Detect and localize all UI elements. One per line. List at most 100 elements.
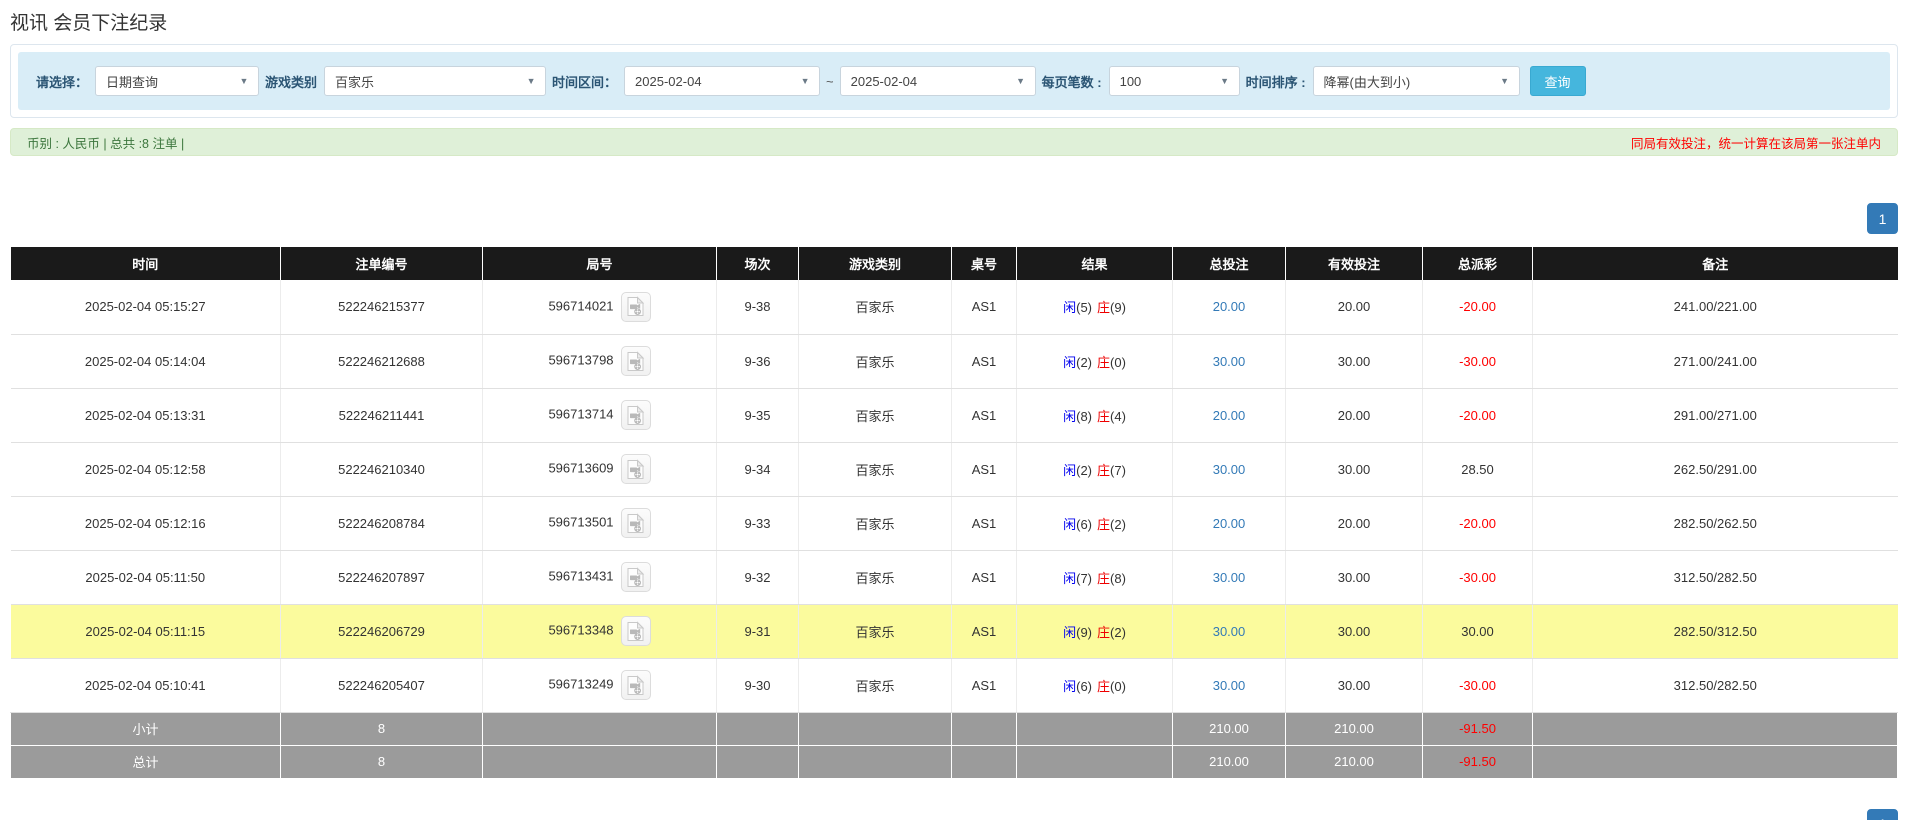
summary-label: 小计 <box>11 712 281 745</box>
game-type-value: 百家乐 <box>325 72 517 91</box>
cell-result: 闲(8) 庄(4) <box>1017 388 1173 442</box>
cell-time: 2025-02-04 05:14:04 <box>11 334 281 388</box>
result-player-score: (7) <box>1076 571 1092 586</box>
sort-dropdown[interactable]: 降幂(由大到小) ▼ <box>1313 66 1520 96</box>
summary-count: 8 <box>281 745 483 778</box>
page-1-button[interactable]: 1 <box>1867 203 1898 234</box>
search-button[interactable]: 查询 <box>1530 66 1586 96</box>
result-player-score: (2) <box>1076 355 1092 370</box>
total-bet-link[interactable]: 20.00 <box>1213 516 1246 531</box>
cell-time: 2025-02-04 05:11:50 <box>11 550 281 604</box>
result-player-score: (6) <box>1076 679 1092 694</box>
cell-game-type: 百家乐 <box>799 442 952 496</box>
page-size-label: 每页笔数 : <box>1042 72 1102 91</box>
query-type-dropdown[interactable]: 日期查询 ▼ <box>95 66 259 96</box>
cell-round-id: 596713348 <box>483 604 717 658</box>
cell-bet-id: 522246215377 <box>281 280 483 334</box>
result-player-score: (8) <box>1076 409 1092 424</box>
cell-remark: 262.50/291.00 <box>1533 442 1898 496</box>
total-bet-link[interactable]: 30.00 <box>1213 624 1246 639</box>
cell-payout: -20.00 <box>1423 496 1533 550</box>
summary-valid-bet: 210.00 <box>1286 712 1423 745</box>
cell-time: 2025-02-04 05:10:41 <box>11 658 281 712</box>
result-player: 闲 <box>1063 409 1076 424</box>
cell-total-bet: 30.00 <box>1173 658 1286 712</box>
result-banker: 庄 <box>1097 571 1110 586</box>
table-row: 2025-02-04 05:12:16 522246208784 5967135… <box>11 496 1898 550</box>
result-player: 闲 <box>1063 463 1076 478</box>
column-header: 总投注 <box>1173 247 1286 280</box>
result-banker-score: (4) <box>1110 409 1126 424</box>
pagination-top: 1 <box>10 203 1898 234</box>
cell-payout: -30.00 <box>1423 658 1533 712</box>
time-range-label: 时间区间： <box>552 72 617 91</box>
cell-table-no: AS1 <box>952 388 1017 442</box>
cell-payout: 28.50 <box>1423 442 1533 496</box>
query-type-label: 请选择： <box>36 72 88 91</box>
cell-round-id: 596713249 <box>483 658 717 712</box>
total-bet-link[interactable]: 20.00 <box>1213 408 1246 423</box>
video-replay-button[interactable] <box>621 616 651 646</box>
column-header: 场次 <box>717 247 799 280</box>
result-banker: 庄 <box>1097 517 1110 532</box>
video-file-icon <box>626 567 645 588</box>
cell-round-id: 596713714 <box>483 388 717 442</box>
cell-valid-bet: 20.00 <box>1286 496 1423 550</box>
video-file-icon <box>626 621 645 642</box>
page-size-dropdown[interactable]: 100 ▼ <box>1109 66 1240 96</box>
cell-total-bet: 20.00 <box>1173 496 1286 550</box>
cell-payout: 30.00 <box>1423 604 1533 658</box>
video-replay-button[interactable] <box>621 400 651 430</box>
cell-session: 9-38 <box>717 280 799 334</box>
cell-time: 2025-02-04 05:12:58 <box>11 442 281 496</box>
result-banker: 庄 <box>1097 625 1110 640</box>
total-bet-link[interactable]: 30.00 <box>1213 678 1246 693</box>
cell-round-id: 596713501 <box>483 496 717 550</box>
chevron-down-icon: ▼ <box>1007 76 1035 86</box>
cell-game-type: 百家乐 <box>799 550 952 604</box>
total-bet-link[interactable]: 30.00 <box>1213 354 1246 369</box>
cell-remark: 282.50/312.50 <box>1533 604 1898 658</box>
video-replay-button[interactable] <box>621 508 651 538</box>
column-header: 备注 <box>1533 247 1898 280</box>
page: 视讯 会员下注纪录 请选择： 日期查询 ▼ 游戏类别 百家乐 ▼ 时间区间： 2… <box>0 0 1908 820</box>
cell-result: 闲(9)庄(2) <box>1017 604 1173 658</box>
result-player-score: (6) <box>1076 517 1092 532</box>
video-replay-button[interactable] <box>621 670 651 700</box>
cell-session: 9-31 <box>717 604 799 658</box>
result-player: 闲 <box>1063 355 1076 370</box>
result-banker-score: (2) <box>1110 625 1126 640</box>
result-banker: 庄 <box>1097 355 1110 370</box>
total-bet-link[interactable]: 30.00 <box>1213 462 1246 477</box>
cell-session: 9-33 <box>717 496 799 550</box>
total-bet-link[interactable]: 20.00 <box>1213 299 1246 314</box>
result-player: 闲 <box>1063 625 1076 640</box>
result-banker-score: (0) <box>1110 679 1126 694</box>
summary-label: 总计 <box>11 745 281 778</box>
column-header: 局号 <box>483 247 717 280</box>
video-replay-button[interactable] <box>621 292 651 322</box>
video-replay-button[interactable] <box>621 454 651 484</box>
date-to-dropdown[interactable]: 2025-02-04 ▼ <box>840 66 1036 96</box>
page-1-button[interactable]: 1 <box>1867 809 1898 820</box>
cell-result: 闲(2)庄(0) <box>1017 334 1173 388</box>
sort-value: 降幂(由大到小) <box>1314 72 1491 91</box>
date-from-dropdown[interactable]: 2025-02-04 ▼ <box>624 66 820 96</box>
cell-bet-id: 522246208784 <box>281 496 483 550</box>
video-replay-button[interactable] <box>621 346 651 376</box>
result-player: 闲 <box>1063 300 1076 315</box>
cell-session: 9-34 <box>717 442 799 496</box>
column-header: 时间 <box>11 247 281 280</box>
total-bet-link[interactable]: 30.00 <box>1213 570 1246 585</box>
game-type-dropdown[interactable]: 百家乐 ▼ <box>324 66 546 96</box>
cell-game-type: 百家乐 <box>799 334 952 388</box>
video-file-icon <box>626 513 645 534</box>
cell-total-bet: 30.00 <box>1173 334 1286 388</box>
column-header: 游戏类别 <box>799 247 952 280</box>
cell-valid-bet: 30.00 <box>1286 658 1423 712</box>
result-banker: 庄 <box>1097 463 1110 478</box>
cell-game-type: 百家乐 <box>799 604 952 658</box>
result-banker: 庄 <box>1097 409 1110 424</box>
table-row: 2025-02-04 05:10:41 522246205407 5967132… <box>11 658 1898 712</box>
video-replay-button[interactable] <box>621 562 651 592</box>
